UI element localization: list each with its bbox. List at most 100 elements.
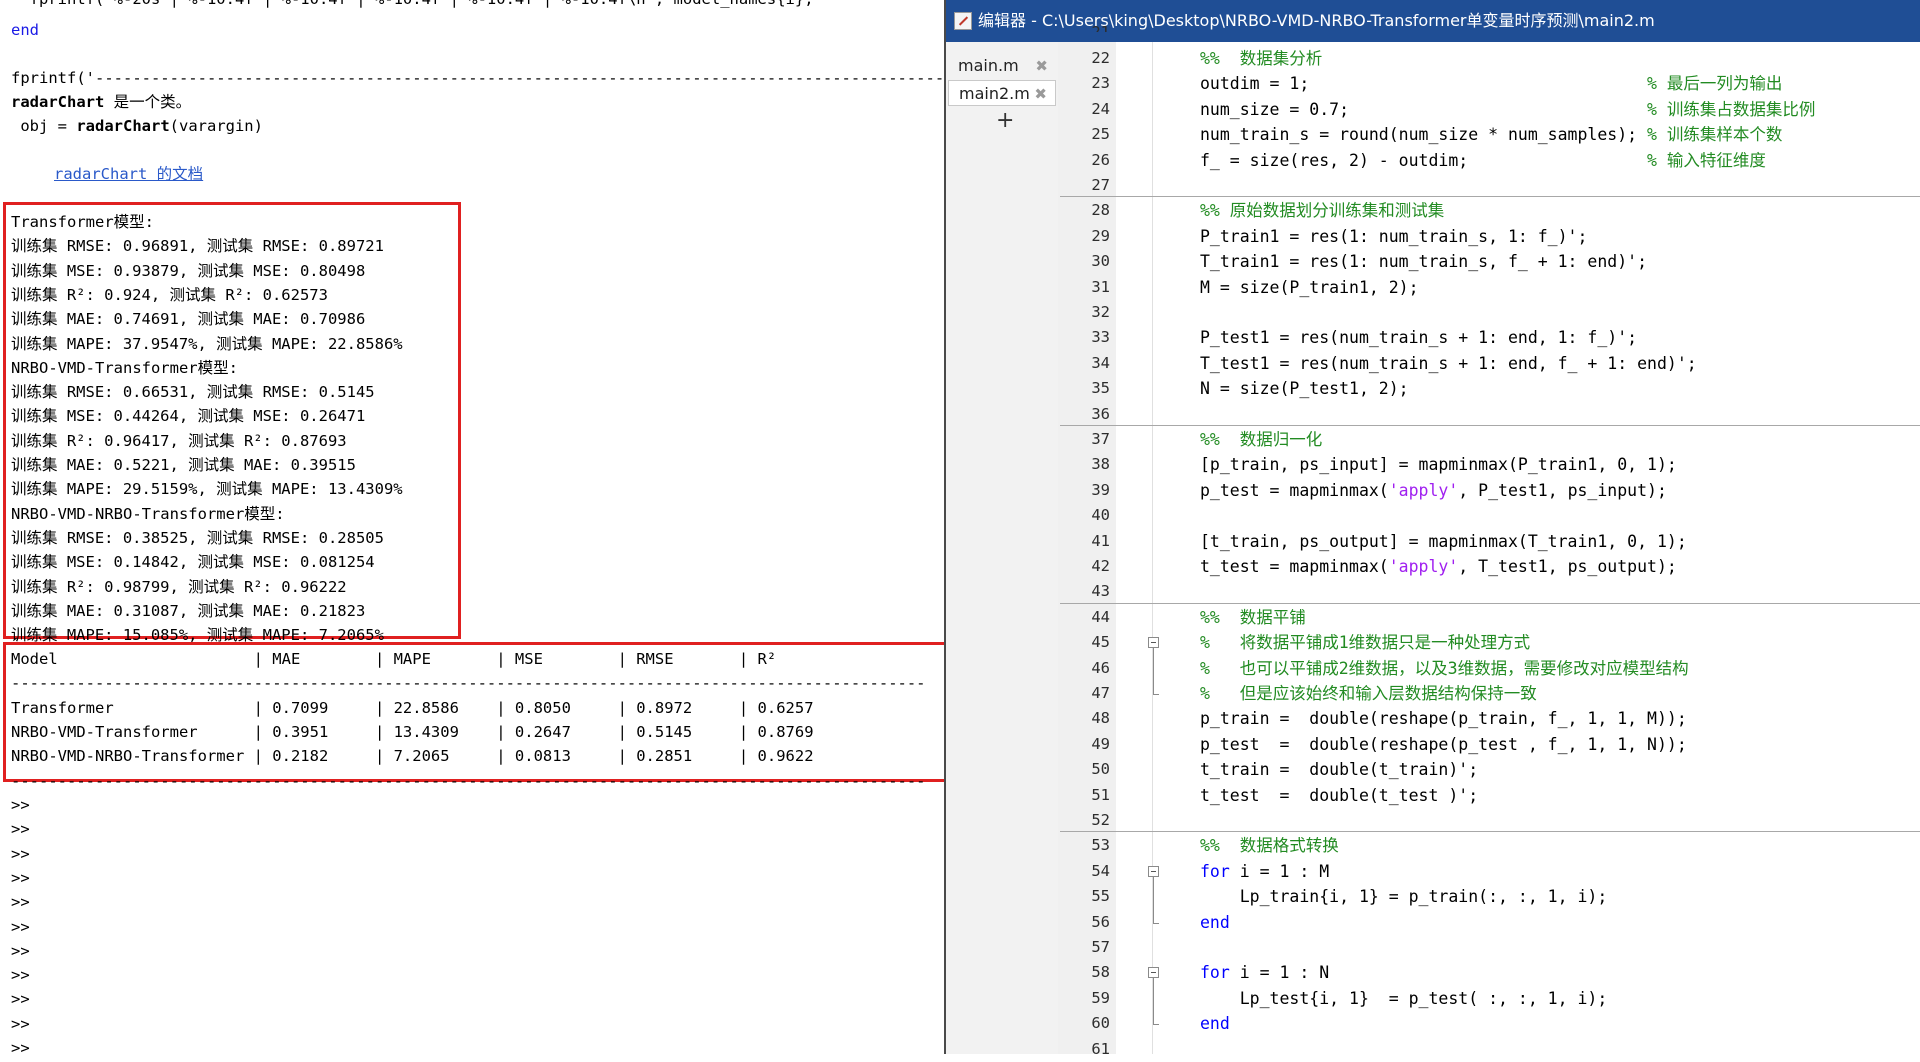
tab-close-icon[interactable]: ✖	[1035, 53, 1048, 79]
code-line[interactable]: %% 数据集分析	[1200, 46, 1322, 71]
code-line[interactable]: % 也可以平铺成2维数据，以及3维数据，需要修改对应模型结构	[1200, 656, 1689, 681]
command-prompt[interactable]: >>	[11, 892, 30, 912]
command-prompt[interactable]: >>	[11, 1038, 30, 1054]
table-row: NRBO-VMD-Transformer | 0.3951 | 13.4309 …	[11, 722, 814, 741]
line-number: 21	[1091, 23, 1110, 32]
metrics-line: 训练集 MSE: 0.93879, 测试集 MSE: 0.80498	[11, 261, 366, 280]
line-number: 43	[1091, 582, 1110, 601]
code-line[interactable]: P_train1 = res(1: num_train_s, 1: f_)';	[1200, 224, 1587, 249]
command-partial-line: fprintf('%-20s | %-10.4f | %-10.4f | %-1…	[11, 0, 814, 9]
command-prompt[interactable]: >>	[11, 917, 30, 937]
code-line[interactable]: Lp_train{i, 1} = p_train(:, :, 1, i);	[1200, 884, 1608, 909]
line-number: 27	[1091, 176, 1110, 194]
cell-divider	[1060, 602, 1920, 604]
fold-column	[1116, 42, 1153, 1054]
code-line[interactable]: end	[1200, 910, 1230, 935]
command-window[interactable]: fprintf('%-20s | %-10.4f | %-10.4f | %-1…	[0, 0, 944, 1054]
line-number: 40	[1091, 506, 1110, 525]
fold-toggle-icon[interactable]	[1148, 967, 1159, 979]
code-line[interactable]: T_train1 = res(1: num_train_s, f_ + 1: e…	[1200, 249, 1647, 274]
code-line[interactable]: T_test1 = res(num_train_s + 1: end, f_ +…	[1200, 351, 1697, 376]
tab-label: main.m	[958, 56, 1019, 75]
command-prompt[interactable]: >>	[11, 989, 30, 1009]
metrics-line: 训练集 MAPE: 15.085%, 测试集 MAPE: 7.2065%	[11, 626, 384, 645]
code-line[interactable]: [p_train, ps_input] = mapminmax(P_train1…	[1200, 452, 1677, 477]
fold-toggle-icon[interactable]	[1148, 865, 1159, 877]
command-prompt[interactable]: >>	[11, 965, 30, 985]
code-line[interactable]: M = size(P_train1, 2);	[1200, 275, 1419, 300]
table-row: ----------------------------------------…	[11, 674, 926, 693]
cell-divider	[1060, 196, 1920, 198]
code-line[interactable]: p_train = double(reshape(p_train, f_, 1,…	[1200, 706, 1687, 731]
command-prompt[interactable]: >>	[11, 795, 30, 815]
line-number: 33	[1091, 328, 1110, 347]
fold-guide	[1153, 648, 1154, 694]
line-number: 28	[1091, 201, 1110, 220]
metrics-line: 训练集 R²: 0.924, 测试集 R²: 0.62573	[11, 285, 328, 304]
code-line[interactable]: Lp_test{i, 1} = p_test( :, :, 1, i);	[1200, 986, 1608, 1011]
editor-icon	[954, 12, 972, 30]
command-prompt[interactable]: >>	[11, 1014, 30, 1034]
code-line[interactable]: num_train_s = round(num_size * num_sampl…	[1200, 122, 1782, 147]
code-line[interactable]: for i = 1 : M	[1200, 859, 1329, 884]
code-line[interactable]: end	[1200, 1011, 1230, 1036]
metrics-line: 训练集 MAPE: 29.5159%, 测试集 MAPE: 13.4309%	[11, 480, 403, 499]
code-line[interactable]: [t_train, ps_output] = mapminmax(T_train…	[1200, 529, 1687, 554]
line-number: 53	[1091, 836, 1110, 855]
add-tab-icon[interactable]: +	[996, 108, 1014, 133]
command-prompt[interactable]: >>	[11, 941, 30, 961]
line-number: 24	[1091, 99, 1110, 118]
code-line[interactable]: t_test = mapminmax('apply', T_test1, ps_…	[1200, 554, 1677, 579]
fold-guide-end	[1153, 694, 1159, 695]
fold-guide	[1153, 876, 1154, 923]
line-number: 48	[1091, 709, 1110, 728]
code-line[interactable]: for i = 1 : N	[1200, 960, 1329, 985]
line-number: 26	[1091, 150, 1110, 169]
metrics-line: 训练集 MAE: 0.31087, 测试集 MAE: 0.21823	[11, 601, 366, 620]
code-line[interactable]: N = size(P_test1, 2);	[1200, 376, 1409, 401]
metrics-line: 训练集 MAPE: 37.9547%, 测试集 MAPE: 22.8586%	[11, 334, 403, 353]
metrics-line: Transformer模型:	[11, 213, 154, 231]
code-line[interactable]: t_train = double(t_train)';	[1200, 757, 1478, 782]
radar-class-line: radarChart 是一个类。	[11, 93, 192, 111]
command-prompt[interactable]: >>	[11, 868, 30, 888]
code-line[interactable]: P_test1 = res(num_train_s + 1: end, 1: f…	[1200, 325, 1637, 350]
code-line[interactable]: %% 数据格式转换	[1200, 833, 1339, 858]
line-number: 36	[1091, 404, 1110, 423]
line-number: 49	[1091, 734, 1110, 753]
cell-divider	[1060, 831, 1920, 833]
line-number: 32	[1091, 303, 1110, 321]
radar-signature-line: obj = radarChart(varargin)	[11, 117, 263, 135]
line-number: 22	[1091, 49, 1110, 67]
line-number: 37	[1091, 430, 1110, 448]
code-line[interactable]: num_size = 0.7; % 训练集占数据集比例	[1200, 97, 1815, 122]
line-number: 56	[1091, 912, 1110, 931]
tab-main2-m[interactable]: main2.m ✖	[948, 80, 1056, 106]
line-number: 47	[1091, 684, 1110, 702]
code-line[interactable]: t_test = double(t_test )';	[1200, 783, 1478, 808]
table-row: Transformer | 0.7099 | 22.8586 | 0.8050 …	[11, 698, 814, 717]
tab-close-icon[interactable]: ✖	[1034, 81, 1047, 107]
command-prompt[interactable]: >>	[11, 844, 30, 864]
line-number: 34	[1091, 353, 1110, 372]
line-number: 42	[1091, 557, 1110, 575]
code-line[interactable]: f_ = size(res, 2) - outdim; % 输入特征维度	[1200, 148, 1766, 173]
tab-main-m[interactable]: main.m ✖	[948, 53, 1056, 79]
line-number: 35	[1091, 379, 1110, 398]
fold-toggle-icon[interactable]	[1148, 637, 1159, 649]
line-number: 31	[1091, 277, 1110, 296]
code-line[interactable]: % 但是应该始终和输入层数据结构保持一致	[1200, 681, 1537, 706]
line-number: 46	[1091, 658, 1110, 677]
code-line[interactable]: %% 数据平铺	[1200, 605, 1306, 630]
code-line[interactable]: %% 数据归一化	[1200, 427, 1322, 452]
radar-doc-link[interactable]: radarChart 的文档	[54, 164, 203, 184]
line-number: 51	[1091, 785, 1110, 804]
code-line[interactable]: % 将数据平铺成1维数据只是一种处理方式	[1200, 630, 1530, 655]
code-line[interactable]: %% 原始数据划分训练集和测试集	[1200, 198, 1444, 223]
code-line[interactable]: p_test = mapminmax('apply', P_test1, ps_…	[1200, 478, 1667, 503]
code-line[interactable]: p_test = double(reshape(p_test , f_, 1, …	[1200, 732, 1687, 757]
code-line[interactable]: outdim = 1; % 最后一列为输出	[1200, 71, 1782, 96]
command-prompt[interactable]: >>	[11, 819, 30, 839]
line-number: 58	[1091, 963, 1110, 982]
fold-guide-end	[1153, 922, 1159, 924]
